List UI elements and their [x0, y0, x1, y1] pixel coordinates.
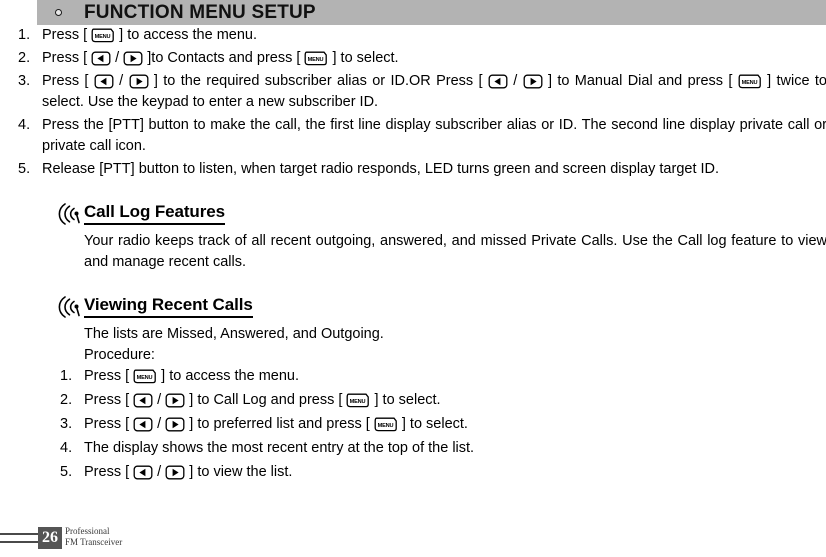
- section-viewing-recent-calls: Viewing Recent Calls The lists are Misse…: [0, 295, 826, 483]
- list-item-number: 5.: [18, 161, 31, 177]
- left-arrow-key-icon: [94, 74, 114, 89]
- list-item-text: /: [507, 73, 523, 89]
- list-item: 5. Press [ / ] to view the list.: [0, 462, 826, 483]
- svg-text:MENU: MENU: [378, 423, 394, 429]
- right-arrow-key-icon: [165, 465, 185, 480]
- left-arrow-key-icon: [133, 417, 153, 432]
- list-item-text: Press the [PTT] button to make the call,…: [42, 117, 826, 154]
- list-item: 2. Press [ / ] to Call Log and press [ ME…: [0, 390, 826, 411]
- page-title: FUNCTION MENU SETUP: [84, 1, 316, 23]
- list-item-text: ] to select.: [397, 416, 468, 432]
- footer-brand-text: Professional FM Transceiver: [65, 526, 122, 548]
- list-item-text: ] to the required subscriber alias or ID…: [148, 73, 488, 89]
- menu-key-icon: MENU: [304, 51, 328, 66]
- list-item-number: 2.: [18, 50, 31, 66]
- list-item-number: 1.: [18, 27, 31, 43]
- list-item: 3. Press [ / ] to the required subscriber…: [0, 71, 826, 113]
- left-arrow-key-icon: [133, 393, 153, 408]
- list-item-text: Press [: [42, 50, 92, 66]
- menu-key-icon: MENU: [346, 393, 370, 408]
- list-item-text: ] to Call Log and press [: [185, 392, 347, 408]
- section-heading: Viewing Recent Calls: [0, 295, 826, 319]
- svg-text:MENU: MENU: [741, 80, 757, 86]
- menu-key-icon: MENU: [91, 28, 115, 43]
- list-item-text: ]to Contacts and press [: [143, 50, 305, 66]
- antenna-signal-icon: [52, 296, 82, 318]
- list-item-number: 3.: [18, 73, 31, 89]
- footer-line-2: FM Transceiver: [65, 537, 123, 547]
- list-item-text: /: [153, 392, 166, 408]
- list-item-text: /: [153, 464, 166, 480]
- left-arrow-key-icon: [488, 74, 508, 89]
- list-item-number: 5.: [60, 464, 73, 480]
- list-item-text: Press [: [42, 73, 94, 89]
- list-item-number: 4.: [18, 117, 31, 133]
- list-item: 5. Release [PTT] button to listen, when t…: [0, 159, 826, 180]
- svg-text:MENU: MENU: [350, 399, 366, 405]
- svg-text:MENU: MENU: [95, 34, 111, 40]
- section-heading: Call Log Features: [0, 202, 826, 226]
- right-arrow-key-icon: [523, 74, 543, 89]
- list-item: 1. Press [ MENU ] to access the menu.: [0, 25, 826, 46]
- circle-bullet-icon: [55, 9, 62, 16]
- page-header-bar: FUNCTION MENU SETUP: [37, 0, 826, 25]
- list-item: 3. Press [ / ] to preferred list and pres…: [0, 414, 826, 435]
- list-item-text: ] to Manual Dial and press [: [542, 73, 738, 89]
- section-title: Call Log Features: [84, 202, 225, 225]
- right-arrow-key-icon: [165, 393, 185, 408]
- svg-text:MENU: MENU: [308, 57, 324, 63]
- right-arrow-key-icon: [129, 74, 149, 89]
- list-item-text: /: [153, 416, 166, 432]
- list-item-text: Release [PTT] button to listen, when tar…: [42, 161, 720, 177]
- footer-rule-lines: [0, 531, 40, 547]
- page-content: 1. Press [ MENU ] to access the menu. 2. Pr…: [0, 25, 826, 486]
- list-item-text: /: [113, 73, 129, 89]
- menu-key-icon: MENU: [738, 74, 762, 89]
- procedure-label: Procedure:: [84, 347, 155, 363]
- right-arrow-key-icon: [165, 417, 185, 432]
- list-item-text: Press [: [84, 464, 134, 480]
- list-item-number: 1.: [60, 368, 73, 384]
- section-title: Viewing Recent Calls: [84, 295, 253, 318]
- left-arrow-key-icon: [133, 465, 153, 480]
- right-arrow-key-icon: [123, 51, 143, 66]
- setup-steps-list: 1. Press [ MENU ] to access the menu. 2. Pr…: [0, 25, 826, 180]
- list-item-text: ] to access the menu.: [115, 27, 258, 43]
- list-item-text: Press [: [42, 27, 92, 43]
- list-item-text: Press [: [84, 416, 134, 432]
- list-item: 2. Press [ / ]to Contacts and press [ MEN…: [0, 48, 826, 69]
- list-item-text: The display shows the most recent entry …: [84, 440, 475, 456]
- list-item-number: 4.: [60, 440, 73, 456]
- page-footer: 26 Professional FM Transceiver: [0, 526, 300, 553]
- list-item: 4. The display shows the most recent entr…: [0, 438, 826, 459]
- footer-line-1: Professional: [65, 526, 110, 536]
- svg-text:MENU: MENU: [137, 375, 153, 381]
- list-item-text: ] to preferred list and press [: [185, 416, 374, 432]
- list-item-text: Press [: [84, 368, 134, 384]
- lists-description: The lists are Missed, Answered, and Outg…: [84, 326, 384, 342]
- list-item-text: ] to view the list.: [185, 464, 293, 480]
- section-body: Your radio keeps track of all recent out…: [0, 231, 826, 273]
- antenna-signal-icon: [52, 203, 82, 225]
- procedure-steps-list: 1. Press [ MENU ] to access the menu. 2. Pr…: [0, 366, 826, 483]
- menu-key-icon: MENU: [374, 417, 398, 432]
- list-item-text: /: [111, 50, 124, 66]
- list-item-text: ] to access the menu.: [157, 368, 300, 384]
- section-body-text: Your radio keeps track of all recent out…: [84, 233, 826, 270]
- section-call-log-features: Call Log Features Your radio keeps track…: [0, 202, 826, 273]
- list-item-text: Press [: [84, 392, 134, 408]
- list-item-text: ] to select.: [328, 50, 399, 66]
- menu-key-icon: MENU: [133, 369, 157, 384]
- left-arrow-key-icon: [91, 51, 111, 66]
- list-item: 4. Press the [PTT] button to make the cal…: [0, 115, 826, 157]
- list-item: 1. Press [ MENU ] to access the menu.: [0, 366, 826, 387]
- list-item-number: 2.: [60, 392, 73, 408]
- page-number: 26: [38, 527, 62, 549]
- list-item-text: ] to select.: [370, 392, 441, 408]
- list-item-number: 3.: [60, 416, 73, 432]
